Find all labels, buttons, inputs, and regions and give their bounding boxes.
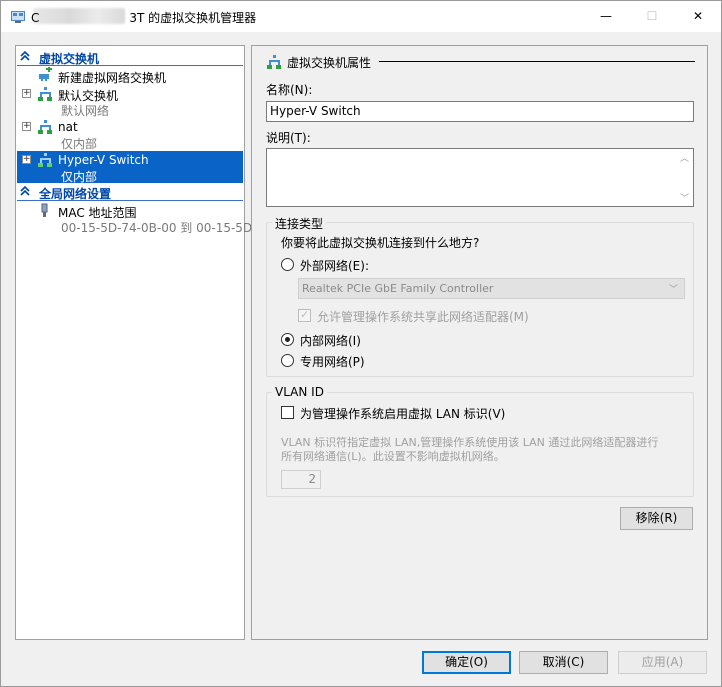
vlan-group: VLAN ID 为管理操作系统启用虚拟 LAN 标识(V) VLAN 标识符指定…: [266, 385, 694, 497]
switch-properties-panel: 虚拟交换机属性 名称(N): Hyper-V Switch 说明(T): ︿ ﹀…: [251, 45, 708, 640]
name-label: 名称(N):: [266, 83, 313, 97]
notes-label: 说明(T):: [266, 131, 311, 145]
switch-type: 仅内部: [61, 170, 98, 184]
remove-button[interactable]: 移除(R): [620, 507, 693, 530]
allow-mgmt-checkbox[interactable]: ✓: [298, 308, 311, 322]
connection-type-label: 连接类型: [272, 215, 327, 232]
title-suffix: 3T 的虚拟交换机管理器: [129, 11, 257, 25]
network-switch-icon: [38, 153, 52, 167]
mac-range-item[interactable]: MAC 地址范围 00-15-5D-74-0B-00 到 00-15-5D-7.…: [17, 203, 276, 235]
vlan-label: VLAN ID: [272, 385, 327, 399]
new-switch-label: 新建虚拟网络交换机: [58, 71, 167, 85]
apply-button[interactable]: 应用(A): [618, 651, 707, 674]
vlan-desc-line2: 所有网络通信(L)。此设置不影响虚拟机网络。: [281, 450, 505, 463]
expand-toggle[interactable]: +: [22, 89, 31, 98]
switch-name: Hyper-V Switch: [58, 153, 149, 167]
notes-textarea[interactable]: ︿ ﹀: [266, 148, 694, 207]
network-switch-icon: [267, 55, 281, 69]
switch-item-nat[interactable]: + nat 仅内部: [17, 118, 243, 151]
ok-button[interactable]: 确定(O): [422, 651, 511, 674]
new-switch-item[interactable]: 新建虚拟网络交换机: [17, 67, 243, 85]
cancel-button[interactable]: 取消(C): [519, 651, 608, 674]
connection-question: 你要将此虚拟交换机连接到什么地方?: [281, 236, 480, 250]
title-bar: C 3T 的虚拟交换机管理器 — ☐ ✕: [1, 1, 721, 32]
expand-toggle[interactable]: +: [22, 155, 31, 164]
network-switch-icon: [38, 87, 52, 101]
chevron-down-icon: ﹀: [668, 285, 678, 295]
minimize-button[interactable]: —: [583, 1, 629, 32]
name-input[interactable]: Hyper-V Switch: [266, 101, 694, 122]
maximize-button[interactable]: ☐: [629, 1, 675, 32]
properties-header: 虚拟交换机属性: [287, 56, 372, 70]
switch-item-default[interactable]: + 默认交换机 默认网络: [17, 85, 243, 118]
scroll-up-icon[interactable]: ︿: [680, 151, 689, 164]
vlan-id-input[interactable]: 2: [281, 470, 321, 489]
vlan-enable-label: 为管理操作系统启用虚拟 LAN 标识(V): [300, 407, 506, 421]
external-network-label: 外部网络(E):: [300, 259, 369, 273]
external-network-radio[interactable]: [281, 258, 294, 271]
switch-type: 仅内部: [61, 137, 98, 151]
section-global-network[interactable]: 全局网络设置: [17, 184, 243, 201]
allow-mgmt-label: 允许管理操作系统共享此网络适配器(M): [317, 310, 529, 324]
header-divider: [379, 61, 695, 62]
section-virtual-switches[interactable]: 虚拟交换机: [17, 49, 243, 66]
add-switch-icon: [39, 67, 52, 81]
vlan-enable-checkbox[interactable]: [281, 406, 294, 419]
window-title: C 3T 的虚拟交换机管理器: [31, 9, 256, 26]
connection-type-group: 连接类型 你要将此虚拟交换机连接到什么地方? 外部网络(E): Realtek …: [266, 215, 694, 377]
section-label: 虚拟交换机: [39, 52, 100, 66]
mac-range-icon: [41, 203, 48, 217]
close-button[interactable]: ✕: [675, 1, 721, 32]
adapter-value: Realtek PCIe GbE Family Controller: [302, 282, 494, 295]
chevron-up-double-icon: [20, 50, 30, 61]
scroll-down-icon[interactable]: ﹀: [680, 191, 689, 204]
mac-values: 00-15-5D-74-0B-00 到 00-15-5D-7...: [61, 221, 276, 235]
virtual-switch-manager-window: C 3T 的虚拟交换机管理器 — ☐ ✕ 虚拟交换机 新建虚拟网络交换机 + 默…: [0, 0, 722, 687]
section-label: 全局网络设置: [39, 187, 112, 201]
expand-toggle[interactable]: +: [22, 122, 31, 131]
check-icon: ✓: [300, 308, 310, 321]
hyperv-manager-icon: [11, 11, 25, 23]
private-network-label: 专用网络(P): [300, 355, 365, 369]
private-network-radio[interactable]: [281, 354, 294, 367]
switch-item-hyperv[interactable]: + Hyper-V Switch 仅内部: [17, 151, 243, 184]
internal-network-label: 内部网络(I): [300, 334, 361, 348]
switch-tree-panel: 虚拟交换机 新建虚拟网络交换机 + 默认交换机 默认网络 + nat 仅内部 +…: [15, 45, 276, 640]
internal-network-radio[interactable]: [281, 333, 294, 346]
network-switch-icon: [38, 120, 52, 134]
title-prefix: C: [31, 11, 40, 25]
switch-type: 默认网络: [61, 104, 110, 118]
chevron-up-double-icon: [20, 185, 30, 196]
adapter-select[interactable]: Realtek PCIe GbE Family Controller ﹀: [298, 278, 685, 299]
switch-name: nat: [58, 120, 78, 134]
